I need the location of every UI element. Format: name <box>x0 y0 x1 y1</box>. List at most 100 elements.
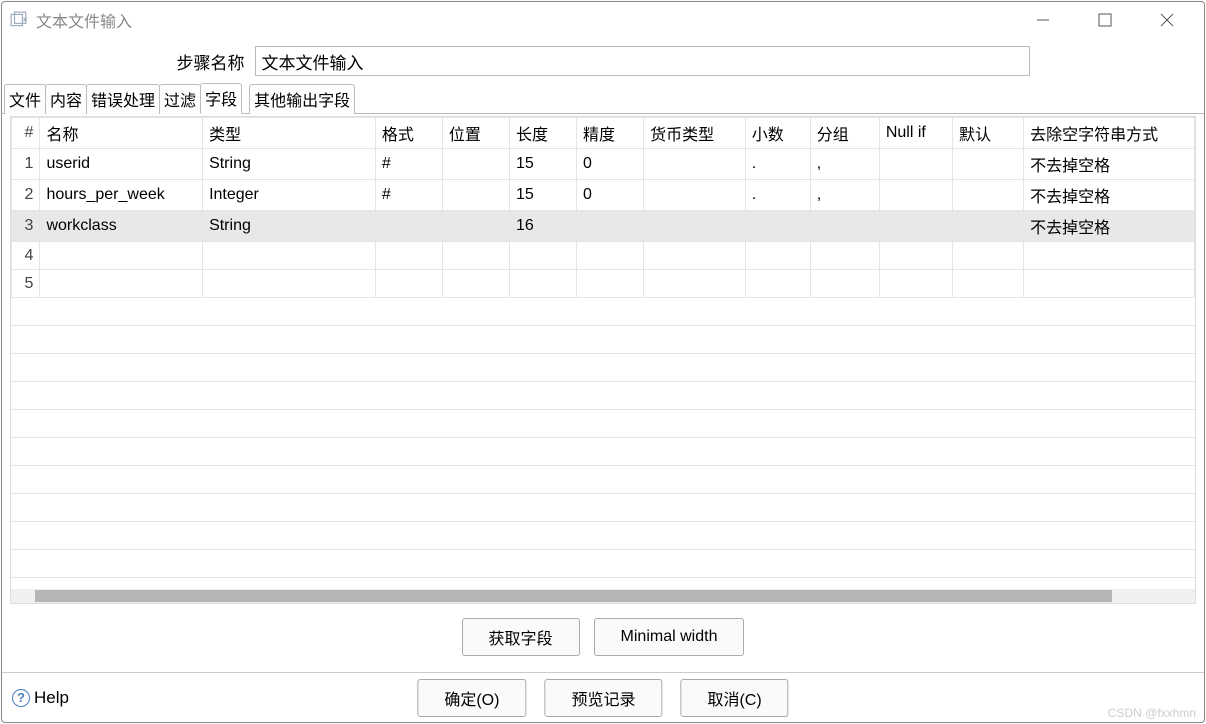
cell-decimal[interactable] <box>745 270 810 298</box>
cell-currency[interactable] <box>644 211 746 242</box>
cell-group[interactable] <box>810 270 879 298</box>
table-row[interactable]: 3workclassString 16 不去掉空格 <box>12 211 1195 242</box>
cell-format[interactable]: # <box>375 180 442 211</box>
cell-trim[interactable]: 不去掉空格 <box>1024 180 1195 211</box>
cell-default[interactable] <box>953 270 1024 298</box>
cell-nullif[interactable] <box>879 180 952 211</box>
cell-name[interactable] <box>40 270 203 298</box>
cell-trim[interactable]: 不去掉空格 <box>1024 149 1195 180</box>
cell-precision[interactable] <box>577 211 644 242</box>
cell-nullif[interactable] <box>879 242 952 270</box>
cell-position[interactable] <box>442 270 509 298</box>
cell-trim[interactable]: 不去掉空格 <box>1024 211 1195 242</box>
cell-group[interactable] <box>810 242 879 270</box>
col-format[interactable]: 格式 <box>375 118 442 149</box>
minimize-icon[interactable] <box>1026 6 1060 34</box>
cell-type[interactable] <box>203 242 376 270</box>
fields-table[interactable]: # 名称 类型 格式 位置 长度 精度 货币类型 小数 分组 Null if 默… <box>11 117 1195 298</box>
tab-filter[interactable]: 过滤 <box>159 84 201 114</box>
col-group[interactable]: 分组 <box>810 118 879 149</box>
cell-precision[interactable]: 0 <box>577 149 644 180</box>
cell-decimal[interactable]: . <box>745 149 810 180</box>
cell-currency[interactable] <box>644 180 746 211</box>
cell-length[interactable]: 15 <box>509 149 576 180</box>
table-row[interactable]: 1useridString#150., 不去掉空格 <box>12 149 1195 180</box>
cell-decimal[interactable]: . <box>745 180 810 211</box>
cell-nullif[interactable] <box>879 270 952 298</box>
cell-currency[interactable] <box>644 270 746 298</box>
cell-precision[interactable] <box>577 270 644 298</box>
col-nullif[interactable]: Null if <box>879 118 952 149</box>
col-currency[interactable]: 货币类型 <box>644 118 746 149</box>
help-link[interactable]: ? Help <box>12 688 69 708</box>
cell-group[interactable] <box>810 211 879 242</box>
get-fields-button[interactable]: 获取字段 <box>462 618 580 656</box>
cell-currency[interactable] <box>644 242 746 270</box>
col-length[interactable]: 长度 <box>509 118 576 149</box>
step-name-input[interactable] <box>255 46 1030 76</box>
cell-decimal[interactable] <box>745 242 810 270</box>
close-icon[interactable] <box>1150 6 1184 34</box>
cell-nullif[interactable] <box>879 149 952 180</box>
cell-type[interactable]: Integer <box>203 180 376 211</box>
cell-length[interactable] <box>509 242 576 270</box>
col-default[interactable]: 默认 <box>953 118 1024 149</box>
cell-precision[interactable]: 0 <box>577 180 644 211</box>
cell-length[interactable] <box>509 270 576 298</box>
tab-other-output[interactable]: 其他输出字段 <box>249 84 355 114</box>
cell-default[interactable] <box>953 149 1024 180</box>
horizontal-scrollbar[interactable] <box>11 589 1195 603</box>
cancel-button[interactable]: 取消(C) <box>680 679 788 717</box>
col-precision[interactable]: 精度 <box>577 118 644 149</box>
cell-position[interactable] <box>442 180 509 211</box>
cell-precision[interactable] <box>577 242 644 270</box>
cell-name[interactable]: userid <box>40 149 203 180</box>
cell-default[interactable] <box>953 180 1024 211</box>
cell-type[interactable]: String <box>203 211 376 242</box>
col-type[interactable]: 类型 <box>203 118 376 149</box>
cell-name[interactable]: hours_per_week <box>40 180 203 211</box>
table-row[interactable]: 2hours_per_weekInteger#150.,不去掉空格 <box>12 180 1195 211</box>
tab-error[interactable]: 错误处理 <box>86 84 160 114</box>
cell-format[interactable]: # <box>375 149 442 180</box>
table-row[interactable]: 5 <box>12 270 1195 298</box>
cell-position[interactable] <box>442 211 509 242</box>
col-idx[interactable]: # <box>12 118 40 149</box>
cell-position[interactable] <box>442 242 509 270</box>
row-index[interactable]: 1 <box>12 149 40 180</box>
minimal-width-button[interactable]: Minimal width <box>594 618 745 656</box>
row-index[interactable]: 2 <box>12 180 40 211</box>
col-trim[interactable]: 去除空字符串方式 <box>1024 118 1195 149</box>
tab-file[interactable]: 文件 <box>4 84 46 114</box>
table-row[interactable]: 4 <box>12 242 1195 270</box>
cell-type[interactable]: String <box>203 149 376 180</box>
cell-length[interactable]: 16 <box>509 211 576 242</box>
row-index[interactable]: 3 <box>12 211 40 242</box>
col-name[interactable]: 名称 <box>40 118 203 149</box>
ok-button[interactable]: 确定(O) <box>417 679 526 717</box>
cell-format[interactable] <box>375 270 442 298</box>
cell-trim[interactable] <box>1024 242 1195 270</box>
cell-format[interactable] <box>375 242 442 270</box>
row-index[interactable]: 5 <box>12 270 40 298</box>
preview-button[interactable]: 预览记录 <box>544 679 662 717</box>
col-decimal[interactable]: 小数 <box>745 118 810 149</box>
cell-length[interactable]: 15 <box>509 180 576 211</box>
row-index[interactable]: 4 <box>12 242 40 270</box>
cell-group[interactable]: , <box>810 149 879 180</box>
maximize-icon[interactable] <box>1088 6 1122 34</box>
cell-position[interactable] <box>442 149 509 180</box>
cell-format[interactable] <box>375 211 442 242</box>
tab-content[interactable]: 内容 <box>45 84 87 114</box>
col-position[interactable]: 位置 <box>442 118 509 149</box>
cell-default[interactable] <box>953 242 1024 270</box>
cell-nullif[interactable] <box>879 211 952 242</box>
cell-decimal[interactable] <box>745 211 810 242</box>
cell-name[interactable] <box>40 242 203 270</box>
scrollbar-thumb[interactable] <box>35 590 1112 602</box>
cell-trim[interactable] <box>1024 270 1195 298</box>
cell-currency[interactable] <box>644 149 746 180</box>
cell-default[interactable] <box>953 211 1024 242</box>
cell-type[interactable] <box>203 270 376 298</box>
cell-name[interactable]: workclass <box>40 211 203 242</box>
